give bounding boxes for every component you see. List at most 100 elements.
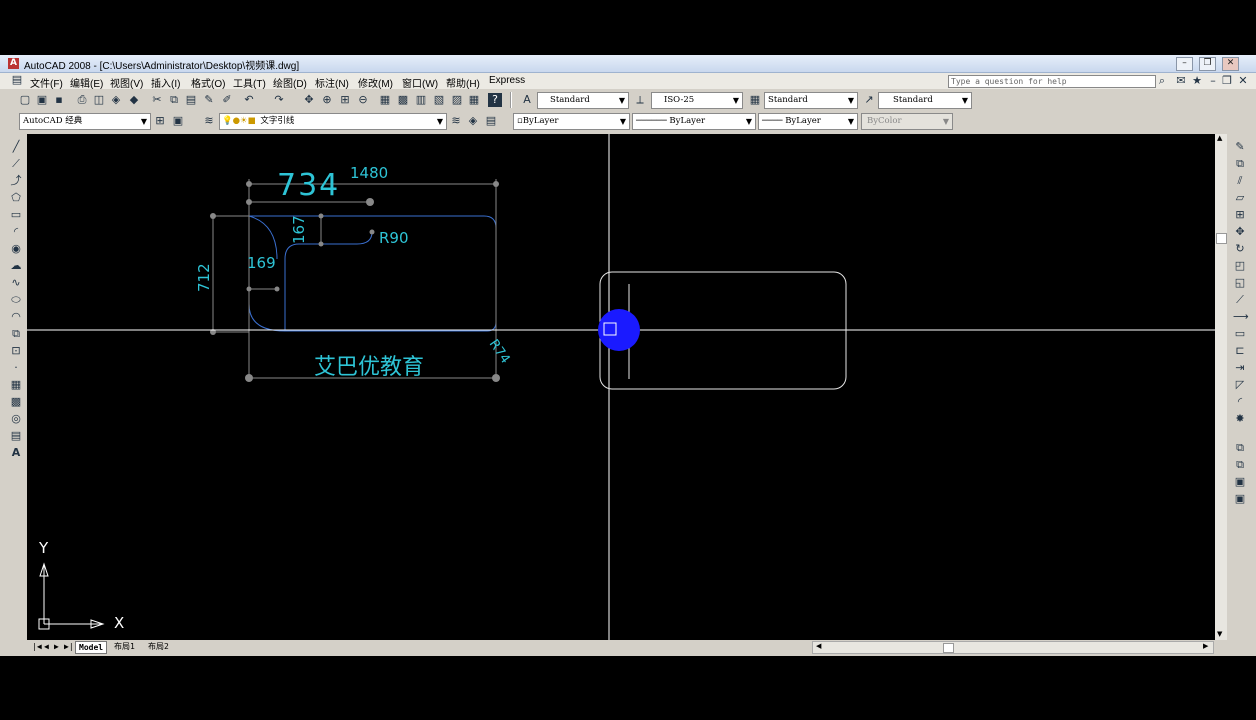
table-icon[interactable]: ▤ [9, 429, 23, 443]
circle-icon[interactable]: ◉ [9, 242, 23, 256]
bring-above-icon[interactable]: ▣ [1233, 475, 1247, 489]
make-current-layer-icon[interactable]: ≋ [449, 114, 463, 128]
paste-icon[interactable]: ▤ [184, 93, 198, 107]
print-icon[interactable]: ⎙ [75, 93, 89, 107]
rotate-icon[interactable]: ↻ [1233, 242, 1247, 256]
design-center-icon[interactable]: ▩ [396, 93, 410, 107]
linetype-select[interactable]: ────── ByLayer ▼ [632, 113, 756, 130]
save-workspace-icon[interactable]: ▣ [171, 114, 185, 128]
tab-model[interactable]: Model [75, 641, 108, 654]
dim-style-icon[interactable]: ⟂ [633, 93, 647, 107]
explode-icon[interactable]: ✸ [1233, 412, 1247, 426]
menu-insert[interactable]: 插入(I) [151, 75, 180, 90]
stretch-icon[interactable]: ◱ [1233, 276, 1247, 290]
revision-cloud-icon[interactable]: ☁ [9, 259, 23, 273]
text-style-select[interactable]: Standard ▼ [537, 92, 629, 109]
multileader-style-select[interactable]: Standard ▼ [878, 92, 972, 109]
menu-view[interactable]: 视图(V) [110, 75, 143, 90]
favorites-star-icon[interactable]: ★ [1190, 74, 1204, 88]
sheet-set-icon[interactable]: ▧ [432, 93, 446, 107]
hatch-icon[interactable]: ▦ [9, 378, 23, 392]
tab-layout1[interactable]: 布局1 [111, 641, 138, 652]
menu-edit[interactable]: 编辑(E) [70, 75, 103, 90]
menu-express[interactable]: Express [489, 75, 525, 86]
color-select[interactable]: ▫ByLayer ▼ [513, 113, 630, 130]
draw-order-back-icon[interactable]: ⧉ [1233, 458, 1247, 472]
layer-select[interactable]: 💡●☀■ 文字引线 ▼ [219, 113, 447, 130]
draw-order-front-icon[interactable]: ⧉ [1233, 441, 1247, 455]
menu-tools[interactable]: 工具(T) [233, 75, 266, 90]
rectangle-icon[interactable]: ▭ [9, 208, 23, 222]
copy-object-icon[interactable]: ⧉ [1233, 157, 1247, 171]
array-icon[interactable]: ⊞ [1233, 208, 1247, 222]
menu-format[interactable]: 格式(O) [191, 75, 225, 90]
break-at-point-icon[interactable]: ▭ [1233, 327, 1247, 341]
search-icon[interactable]: ⌕ [1155, 74, 1169, 88]
make-block-icon[interactable]: ⊡ [9, 344, 23, 358]
menu-draw[interactable]: 绘图(D) [273, 75, 307, 90]
text-style-icon[interactable]: A [520, 93, 534, 107]
polygon-icon[interactable]: ⬠ [9, 191, 23, 205]
menu-help[interactable]: 帮助(H) [446, 75, 480, 90]
close-button[interactable]: ✕ [1222, 57, 1239, 71]
copy-icon[interactable]: ⧉ [167, 93, 181, 107]
pan-icon[interactable]: ✥ [302, 93, 316, 107]
scale-icon[interactable]: ◰ [1233, 259, 1247, 273]
doc-restore-icon[interactable]: ❐ [1220, 74, 1234, 88]
multiline-text-icon[interactable]: A [9, 446, 23, 460]
insert-block-icon[interactable]: ⧉ [9, 327, 23, 341]
send-under-icon[interactable]: ▣ [1233, 492, 1247, 506]
zoom-window-icon[interactable]: ⊞ [338, 93, 352, 107]
tab-layout2[interactable]: 布局2 [145, 641, 172, 652]
scroll-left-icon[interactable]: ◀ [816, 642, 821, 650]
cut-icon[interactable]: ✂ [150, 93, 164, 107]
layer-previous-icon[interactable]: ◈ [466, 114, 480, 128]
arc-icon[interactable]: ◜ [9, 225, 23, 239]
doc-minimize-icon[interactable]: – [1206, 74, 1220, 88]
help-icon[interactable]: ? [488, 93, 502, 107]
vertical-scroll-thumb[interactable] [1216, 233, 1227, 244]
trim-icon[interactable]: ⟋ [1233, 293, 1247, 307]
drawing-canvas[interactable]: 734 1480 167 R90 712 169 R74 艾巴优教育 X Y [27, 134, 1215, 641]
match-properties-icon[interactable]: ✎ [202, 93, 216, 107]
communication-icon[interactable]: ✉ [1174, 74, 1188, 88]
restore-button[interactable]: ❐ [1199, 57, 1216, 71]
erase-icon[interactable]: ✎ [1233, 140, 1247, 154]
vertical-scrollbar[interactable]: ▲ ▼ [1215, 134, 1227, 641]
layer-manager-icon[interactable]: ≋ [202, 114, 216, 128]
undo-icon[interactable]: ↶ [242, 93, 256, 107]
3d-dwf-icon[interactable]: ◆ [127, 93, 141, 107]
gradient-icon[interactable]: ▩ [9, 395, 23, 409]
construction-line-icon[interactable]: ⟋ [9, 157, 23, 171]
horizontal-scroll-thumb[interactable] [943, 643, 954, 653]
break-icon[interactable]: ⊏ [1233, 344, 1247, 358]
publish-icon[interactable]: ◈ [109, 93, 123, 107]
mirror-icon[interactable]: ⫽ [1233, 174, 1247, 188]
join-icon[interactable]: ⇥ [1233, 361, 1247, 375]
fillet-icon[interactable]: ◜ [1233, 395, 1247, 409]
dim-style-select[interactable]: ISO-25 ▼ [651, 92, 743, 109]
polyline-icon[interactable]: ⤴ [9, 174, 23, 188]
open-icon[interactable]: ▣ [35, 93, 49, 107]
extend-icon[interactable]: ⟶ [1233, 310, 1249, 324]
spline-icon[interactable]: ∿ [9, 276, 23, 290]
chamfer-icon[interactable]: ◸ [1233, 378, 1247, 392]
calculator-icon[interactable]: ▦ [467, 93, 481, 107]
tool-palettes-icon[interactable]: ▥ [414, 93, 428, 107]
ellipse-arc-icon[interactable]: ◠ [9, 310, 23, 324]
point-icon[interactable]: · [9, 361, 23, 375]
autocad-app-icon[interactable]: A [8, 58, 19, 69]
workspace-settings-icon[interactable]: ⊞ [153, 114, 167, 128]
menu-window[interactable]: 窗口(W) [402, 75, 438, 90]
workspace-select[interactable]: AutoCAD 经典 ▼ [19, 113, 151, 130]
redo-icon[interactable]: ↷ [272, 93, 286, 107]
menu-modify[interactable]: 修改(M) [358, 75, 393, 90]
multileader-style-icon[interactable]: ↗ [862, 93, 876, 107]
minimize-button[interactable]: – [1176, 57, 1193, 71]
zoom-realtime-icon[interactable]: ⊕ [320, 93, 334, 107]
zoom-previous-icon[interactable]: ⊖ [356, 93, 370, 107]
markup-icon[interactable]: ▨ [450, 93, 464, 107]
properties-icon[interactable]: ▦ [378, 93, 392, 107]
move-icon[interactable]: ✥ [1233, 225, 1247, 239]
table-style-icon[interactable]: ▦ [748, 93, 762, 107]
